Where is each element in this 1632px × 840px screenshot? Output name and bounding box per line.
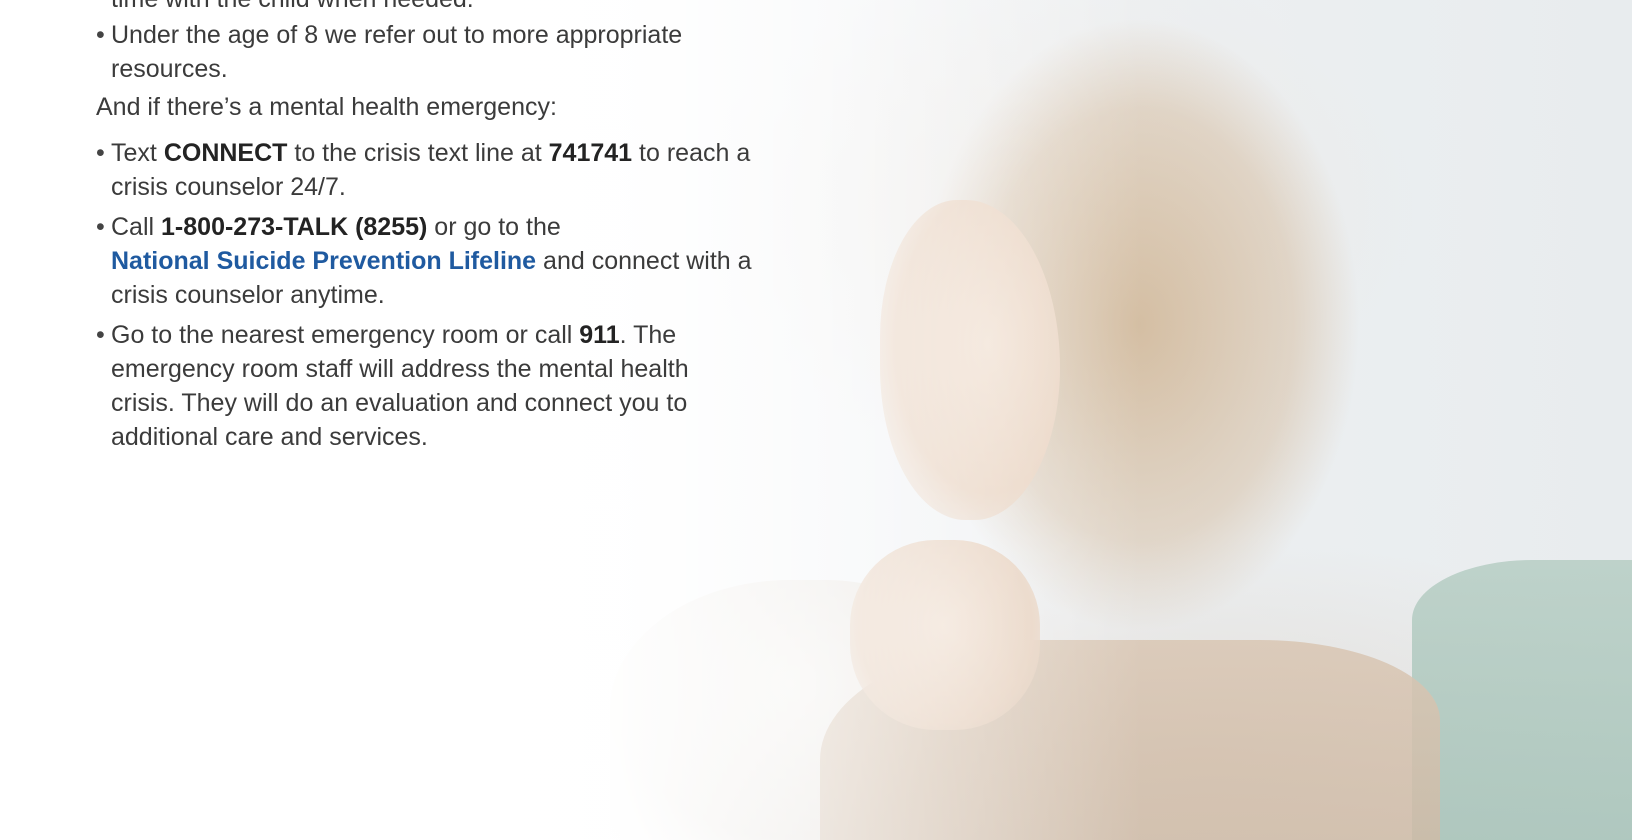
emergency-intro: And if there’s a mental health emergency… [96,93,557,121]
text-middle: to the crisis text line at [294,139,542,167]
text-prefix: Text [111,139,157,167]
er-number: 911 [579,321,620,349]
age-bullet-text: Under the age of 8 we refer out to more … [111,21,683,83]
cut-off-line-container: time with the child when needed. [96,0,756,16]
document-content: time with the child when needed. Under t… [96,0,756,460]
text-keyword: CONNECT [163,139,288,167]
list-item-call-line: Call 1-800-273-TALK (8255) or go to the … [96,210,756,312]
list-item-text-line: Text CONNECT to the crisis text line at … [96,136,756,204]
emergency-list: Text CONNECT to the crisis text line at … [96,136,756,454]
age-list: Under the age of 8 we refer out to more … [96,18,756,86]
text-number: 741741 [548,139,633,167]
list-item-age: Under the age of 8 we refer out to more … [96,18,756,86]
lifeline-link[interactable]: National Suicide Prevention Lifeline [111,247,536,275]
list-item-er-line: Go to the nearest emergency room or call… [96,318,756,454]
call-number: 1-800-273-TALK (8255) [161,213,428,241]
call-prefix: Call [111,213,155,241]
er-prefix: Go to the nearest emergency room or call [111,321,573,349]
cut-off-text: time with the child when needed. [111,0,474,16]
call-middle: or go to the [434,213,561,241]
